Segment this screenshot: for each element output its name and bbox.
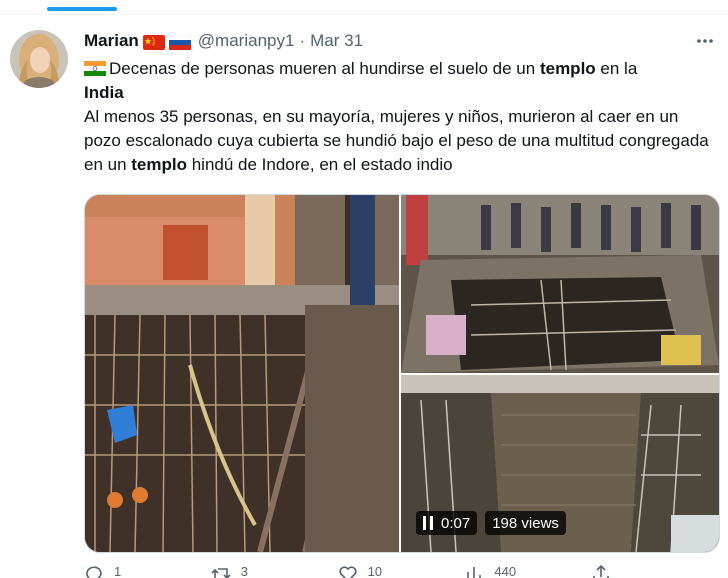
views-button[interactable]: 440 xyxy=(464,564,591,578)
avatar[interactable] xyxy=(10,30,68,88)
media-image-top-right[interactable] xyxy=(401,195,719,373)
retweet-icon xyxy=(211,564,231,578)
tab-bar xyxy=(0,0,728,15)
heart-icon xyxy=(338,564,358,578)
reply-icon xyxy=(84,564,104,578)
tweet-date[interactable]: Mar 31 xyxy=(310,31,363,51)
retweet-count: 3 xyxy=(240,564,249,578)
share-icon xyxy=(591,564,611,578)
author-name[interactable]: Marian xyxy=(84,31,139,51)
video-views: 198 views xyxy=(492,514,559,532)
video-time: 0:07 xyxy=(441,514,471,532)
headline-bold-india: India xyxy=(84,83,124,102)
video-time-pill[interactable]: 0:07 xyxy=(416,511,478,535)
reply-count: 1 xyxy=(114,564,122,578)
like-count: 10 xyxy=(367,564,383,578)
headline-text-end: en la xyxy=(595,59,638,78)
india-flag-icon xyxy=(83,59,107,77)
separator-dot: · xyxy=(299,31,306,50)
retweet-button[interactable]: 3 xyxy=(211,564,338,578)
video-views-pill: 198 views xyxy=(485,511,566,535)
author-handle[interactable]: @marianpy1 xyxy=(198,31,295,51)
headline-bold-templo: templo xyxy=(539,59,596,78)
pause-icon[interactable] xyxy=(423,516,433,530)
russia-flag-icon xyxy=(168,34,192,50)
paragraph-text-end: hindú de Indore, en el estado indio xyxy=(187,155,453,174)
video-overlay: 0:07 198 views xyxy=(416,511,566,535)
tweet-headline: Decenas de personas mueren al hundirse e… xyxy=(83,57,714,105)
paragraph-bold-templo: templo xyxy=(131,155,187,174)
tweet-text: Decenas de personas mueren al hundirse e… xyxy=(83,57,714,177)
media-image-left[interactable] xyxy=(85,195,399,552)
like-button[interactable]: 10 xyxy=(338,564,465,578)
headline-text-start: Decenas de personas mueren al hundirse e… xyxy=(109,59,540,78)
reply-button[interactable]: 1 xyxy=(84,564,211,578)
china-flag-icon xyxy=(142,34,165,50)
tweet-header: Marian @marianpy1 · Mar 31 xyxy=(84,30,363,52)
tweet-paragraph: Al menos 35 personas, en su mayoría, muj… xyxy=(84,105,714,177)
share-button[interactable] xyxy=(591,564,718,578)
tweet-actions: 1 3 10 440 xyxy=(84,564,718,578)
more-dots-icon[interactable] xyxy=(692,30,718,52)
active-tab-indicator xyxy=(47,7,117,11)
views-chart-icon xyxy=(464,564,484,578)
media-grid[interactable] xyxy=(84,194,720,553)
views-count: 440 xyxy=(494,564,517,578)
